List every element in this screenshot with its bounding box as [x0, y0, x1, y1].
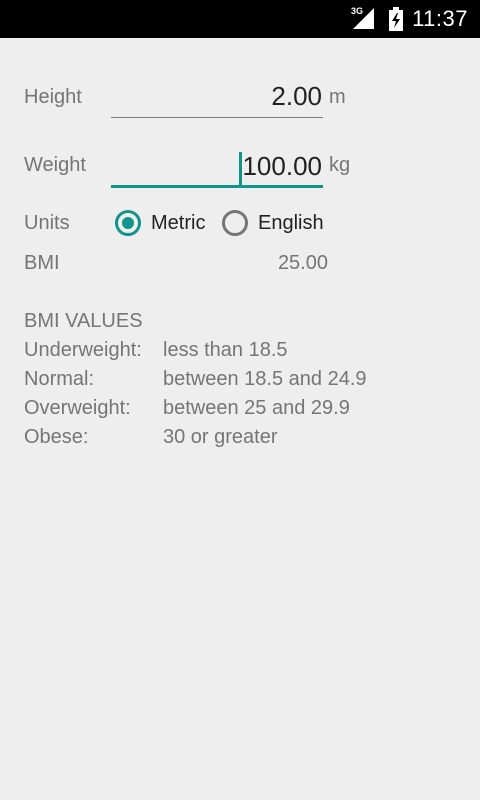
- height-input[interactable]: [111, 78, 323, 114]
- bmi-values-heading: BMI VALUES: [24, 310, 143, 332]
- category-name: Normal:: [24, 368, 95, 390]
- category-range: 30 or greater: [163, 426, 278, 448]
- radio-checked-icon: [115, 210, 141, 236]
- category-range: between 18.5 and 24.9: [163, 368, 367, 390]
- height-label: Height: [24, 86, 82, 108]
- status-bar: 3G 11:37: [0, 0, 480, 38]
- english-radio-label: English: [258, 211, 324, 234]
- battery-charging-icon: [389, 7, 403, 31]
- bmi-label: BMI: [24, 252, 60, 274]
- weight-unit-label: kg: [329, 154, 351, 176]
- metric-radio-button[interactable]: Metric: [115, 206, 205, 240]
- category-name: Obese:: [24, 426, 89, 448]
- clock: 11:37: [412, 6, 468, 31]
- height-field-underline: [111, 117, 323, 118]
- height-unit-label: m: [329, 86, 346, 108]
- weight-field-underline: [111, 185, 323, 188]
- weight-input[interactable]: [111, 148, 323, 184]
- weight-field-container: [111, 148, 323, 188]
- text-cursor: [239, 152, 242, 185]
- radio-unchecked-icon: [222, 210, 248, 236]
- height-field-container: [111, 78, 323, 118]
- category-name: Overweight:: [24, 397, 131, 419]
- weight-label: Weight: [24, 154, 86, 176]
- metric-radio-label: Metric: [151, 211, 206, 234]
- category-range: between 25 and 29.9: [163, 397, 350, 419]
- category-range: less than 18.5: [163, 339, 288, 361]
- signal-strength-icon: [353, 8, 374, 29]
- category-name: Underweight:: [24, 339, 142, 361]
- units-label: Units: [24, 212, 70, 234]
- english-radio-button[interactable]: English: [222, 206, 324, 240]
- bmi-calculator-form: Height m Weight kg Units Metric English …: [0, 38, 480, 800]
- bmi-result-value: 25.00: [277, 252, 328, 274]
